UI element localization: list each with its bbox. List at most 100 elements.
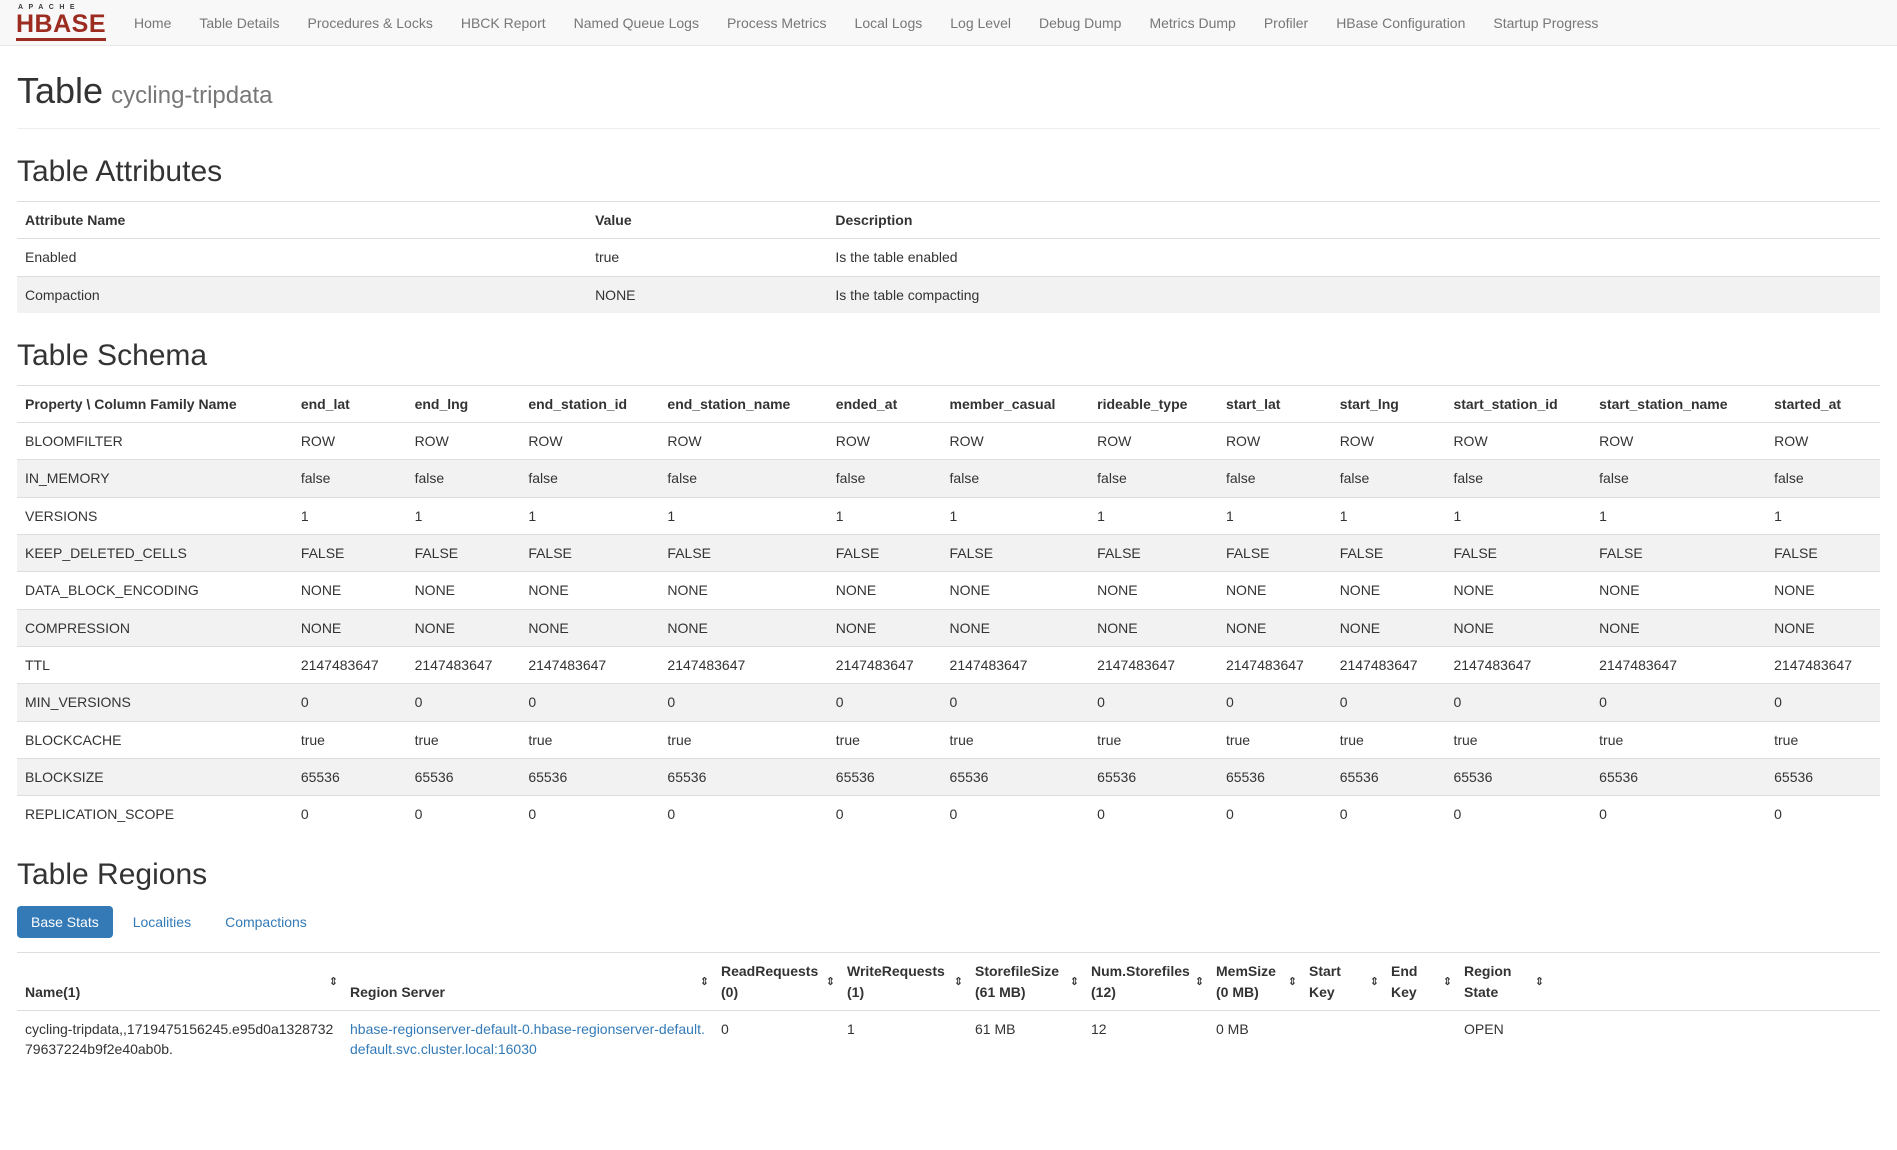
- table-cell: true: [1766, 721, 1880, 758]
- column-header-label: start_station_id: [1453, 396, 1557, 412]
- column-header-label: member_casual: [950, 396, 1056, 412]
- table-cell: 65536: [1218, 758, 1332, 795]
- table-row: VERSIONS111111111111: [17, 497, 1880, 534]
- attributes-table-body: EnabledtrueIs the table enabledCompactio…: [17, 239, 1880, 313]
- table-cell: 2147483647: [1766, 646, 1880, 683]
- nav-item-process-metrics[interactable]: Process Metrics: [713, 4, 841, 42]
- table-cell: false: [1089, 460, 1218, 497]
- nav-item-log-level[interactable]: Log Level: [936, 4, 1025, 42]
- table-cell: 0: [293, 796, 407, 833]
- table-cell: false: [1591, 460, 1766, 497]
- column-header-label: start_lat: [1226, 396, 1280, 412]
- table-cell: FALSE: [1332, 535, 1446, 572]
- schema-header-row: Property \ Column Family Nameend_latend_…: [17, 385, 1880, 422]
- table-cell: NONE: [407, 609, 521, 646]
- column-header[interactable]: End Key ⇕: [1383, 953, 1456, 1011]
- column-header-label: Name(1): [25, 984, 80, 1000]
- tab-base-stats[interactable]: Base Stats: [17, 906, 113, 938]
- nav-item-profiler[interactable]: Profiler: [1250, 4, 1322, 42]
- table-cell: 2147483647: [407, 646, 521, 683]
- sort-icon[interactable]: ⇕: [1070, 974, 1079, 990]
- column-header[interactable]: StorefileSize (61 MB)⇕: [967, 953, 1083, 1011]
- table-cell: BLOOMFILTER: [17, 423, 293, 460]
- table-row: cycling-tripdata,,1719475156245.e95d0a13…: [17, 1011, 1880, 1068]
- column-header[interactable]: MemSize (0 MB)⇕: [1208, 953, 1301, 1011]
- table-cell: FALSE: [1218, 535, 1332, 572]
- table-cell: 0: [828, 684, 942, 721]
- nav-item-local-logs[interactable]: Local Logs: [841, 4, 937, 42]
- nav-item-debug-dump[interactable]: Debug Dump: [1025, 4, 1136, 42]
- table-cell: 65536: [828, 758, 942, 795]
- table-row: CompactionNONEIs the table compacting: [17, 276, 1880, 313]
- column-header: start_lat: [1218, 385, 1332, 422]
- nav-item-hbck-report[interactable]: HBCK Report: [447, 4, 560, 42]
- main-nav: HomeTable DetailsProcedures & LocksHBCK …: [120, 4, 1612, 42]
- table-cell: 65536: [293, 758, 407, 795]
- column-header: started_at: [1766, 385, 1880, 422]
- nav-item-table-details[interactable]: Table Details: [185, 4, 293, 42]
- nav-item-hbase-configuration[interactable]: HBase Configuration: [1322, 4, 1479, 42]
- column-header[interactable]: Region Server⇕: [342, 953, 713, 1011]
- sort-icon[interactable]: ⇕: [1370, 974, 1379, 990]
- column-header[interactable]: Start Key⇕: [1301, 953, 1383, 1011]
- column-header-label: end_station_id: [528, 396, 627, 412]
- table-cell: ROW: [1445, 423, 1591, 460]
- table-cell: ROW: [407, 423, 521, 460]
- table-row: MIN_VERSIONS000000000000: [17, 684, 1880, 721]
- table-cell: 0: [1218, 796, 1332, 833]
- nav-item-named-queue-logs[interactable]: Named Queue Logs: [560, 4, 713, 42]
- region-server-link[interactable]: hbase-regionserver-default-0.hbase-regio…: [350, 1021, 705, 1057]
- column-header-label: end_lat: [301, 396, 350, 412]
- regions-table-body: cycling-tripdata,,1719475156245.e95d0a13…: [17, 1011, 1880, 1068]
- logo-hbase-text: HBASE: [16, 12, 106, 41]
- sort-icon[interactable]: ⇕: [1535, 974, 1544, 990]
- region-tabs: Base Stats Localities Compactions: [17, 906, 1880, 938]
- column-header: Value: [587, 202, 827, 239]
- table-cell: ROW: [1332, 423, 1446, 460]
- table-cell: true: [1445, 721, 1591, 758]
- sort-icon[interactable]: ⇕: [1443, 974, 1452, 990]
- table-cell: NONE: [293, 609, 407, 646]
- table-cell: true: [828, 721, 942, 758]
- sort-icon[interactable]: ⇕: [954, 974, 963, 990]
- sort-icon[interactable]: ⇕: [1195, 974, 1204, 990]
- nav-item-home[interactable]: Home: [120, 4, 185, 42]
- table-cell: 65536: [1445, 758, 1591, 795]
- nav-item-startup-progress[interactable]: Startup Progress: [1479, 4, 1612, 42]
- table-cell: NONE: [520, 609, 659, 646]
- column-header[interactable]: ReadRequests (0)⇕: [713, 953, 839, 1011]
- column-header: end_station_name: [659, 385, 827, 422]
- table-cell: ROW: [520, 423, 659, 460]
- table-cell: Is the table enabled: [827, 239, 1880, 276]
- sort-icon[interactable]: ⇕: [826, 974, 835, 990]
- table-cell: 0: [942, 684, 1090, 721]
- tab-localities[interactable]: Localities: [119, 906, 205, 938]
- sort-icon[interactable]: ⇕: [329, 974, 338, 990]
- table-cell: 65536: [1332, 758, 1446, 795]
- column-header[interactable]: Num.Storefiles (12) ⇕: [1083, 953, 1208, 1011]
- table-cell: 0: [942, 796, 1090, 833]
- nav-item-procedures-locks[interactable]: Procedures & Locks: [294, 4, 447, 42]
- table-cell: false: [659, 460, 827, 497]
- sort-icon[interactable]: ⇕: [700, 974, 709, 990]
- column-header-label: rideable_type: [1097, 396, 1187, 412]
- column-header-label: Num.Storefiles (12): [1091, 963, 1190, 999]
- column-header-label: End Key: [1391, 963, 1417, 999]
- regions-table: Name(1)⇕Region Server⇕ReadRequests (0)⇕W…: [17, 952, 1880, 1067]
- table-row: BLOOMFILTERROWROWROWROWROWROWROWROWROWRO…: [17, 423, 1880, 460]
- column-header[interactable]: Region State⇕: [1456, 953, 1548, 1011]
- sort-icon[interactable]: ⇕: [1288, 974, 1297, 990]
- table-cell: FALSE: [1445, 535, 1591, 572]
- table-cell: NONE: [520, 572, 659, 609]
- table-cell: 0: [293, 684, 407, 721]
- schema-heading: Table Schema: [17, 339, 1880, 373]
- column-header[interactable]: Name(1) ⇕: [17, 953, 342, 1011]
- table-cell: NONE: [1332, 572, 1446, 609]
- nav-item-metrics-dump[interactable]: Metrics Dump: [1135, 4, 1249, 42]
- table-cell: NONE: [293, 572, 407, 609]
- column-header[interactable]: WriteRequests (1)⇕: [839, 953, 967, 1011]
- table-row: REPLICATION_SCOPE000000000000: [17, 796, 1880, 833]
- tab-compactions[interactable]: Compactions: [211, 906, 321, 938]
- column-header-label: end_lng: [415, 396, 469, 412]
- hbase-logo[interactable]: APACHE HBASE: [6, 0, 120, 45]
